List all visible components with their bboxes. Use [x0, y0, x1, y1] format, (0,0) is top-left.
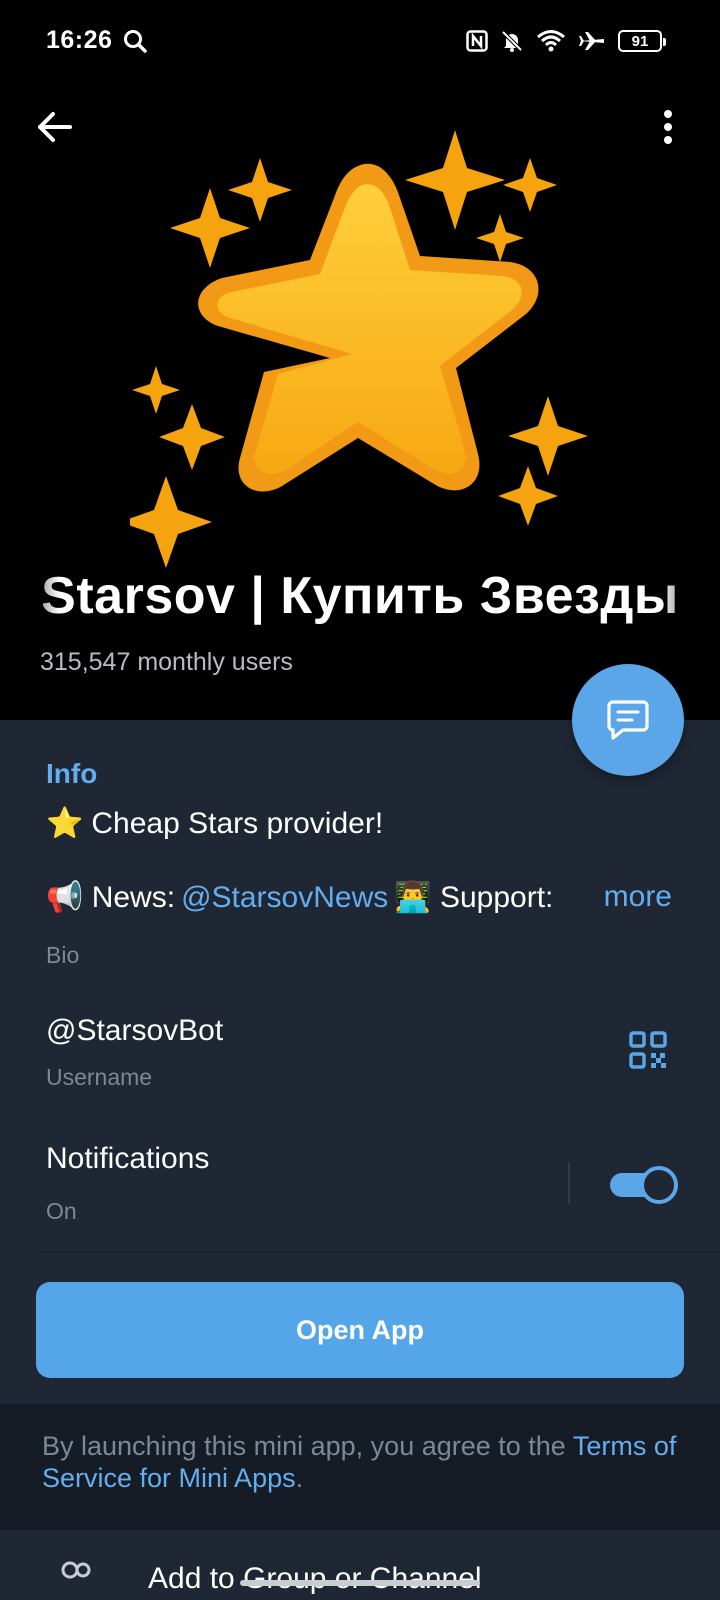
qr-code-icon[interactable]	[628, 1030, 668, 1070]
notifications-toggle[interactable]	[610, 1164, 678, 1204]
divider	[40, 1252, 720, 1253]
notifications-state: On	[46, 1198, 77, 1224]
bell-off-icon	[501, 30, 523, 52]
bot-avatar-star	[130, 130, 588, 568]
bot-name: Starsov | Купить Звезды	[0, 566, 720, 626]
terms-prefix: By launching this mini app, you agree to…	[42, 1431, 573, 1461]
wifi-icon	[537, 30, 565, 52]
airplane-icon	[579, 32, 604, 50]
info-section-title: Info	[46, 758, 98, 789]
bio-more-link[interactable]: more	[563, 880, 672, 914]
monthly-users: 315,547 monthly users	[40, 648, 293, 676]
status-icons: 91	[466, 26, 666, 56]
megaphone-emoji: 📢	[46, 881, 84, 914]
info-panel: Info ⭐ Cheap Stars provider! 📢 News: @St…	[0, 720, 720, 1404]
profile-header: 16:26 91 Starsov | Купить Звезды 315,547…	[0, 0, 720, 720]
message-button[interactable]	[572, 664, 684, 776]
terms-text: By launching this mini app, you agree to…	[42, 1430, 682, 1494]
status-bar: 16:26 91	[0, 0, 720, 84]
terms-panel: By launching this mini app, you agree to…	[0, 1404, 720, 1530]
technologist-emoji: 👨‍💻	[394, 881, 432, 914]
bio-line-1: ⭐ Cheap Stars provider!	[46, 806, 383, 841]
toggle-knob	[640, 1166, 678, 1204]
add-group-icon	[61, 1561, 91, 1579]
news-channel-link[interactable]: @StarsovNews	[181, 881, 388, 915]
username-label: Username	[46, 1064, 153, 1090]
open-app-button[interactable]: Open App	[36, 1282, 684, 1378]
gesture-nav-bar[interactable]	[240, 1580, 480, 1586]
bio-support-label: Support:	[439, 880, 554, 914]
search-icon	[124, 30, 147, 53]
add-to-group-label: Add to Group or Channel	[148, 1562, 482, 1595]
battery-level: 91	[631, 32, 649, 50]
nfc-icon	[466, 30, 488, 52]
more-vert-icon[interactable]	[656, 106, 680, 148]
terms-end: .	[295, 1463, 304, 1493]
notifications-title[interactable]: Notifications	[46, 1142, 209, 1176]
status-time: 16:26	[46, 26, 113, 54]
chat-icon	[607, 700, 649, 740]
notifications-divider	[568, 1162, 570, 1204]
star-emoji: ⭐	[46, 807, 84, 840]
bio-text-1: Cheap Stars provider!	[91, 806, 384, 840]
bio-news-label: News:	[91, 880, 176, 914]
back-arrow-icon[interactable]	[34, 106, 76, 148]
battery-icon: 91	[618, 30, 666, 52]
bio-label: Bio	[46, 942, 80, 968]
add-to-group-row[interactable]: Add to Group or Channel	[0, 1530, 720, 1600]
username-value[interactable]: @StarsovBot	[46, 1014, 223, 1048]
